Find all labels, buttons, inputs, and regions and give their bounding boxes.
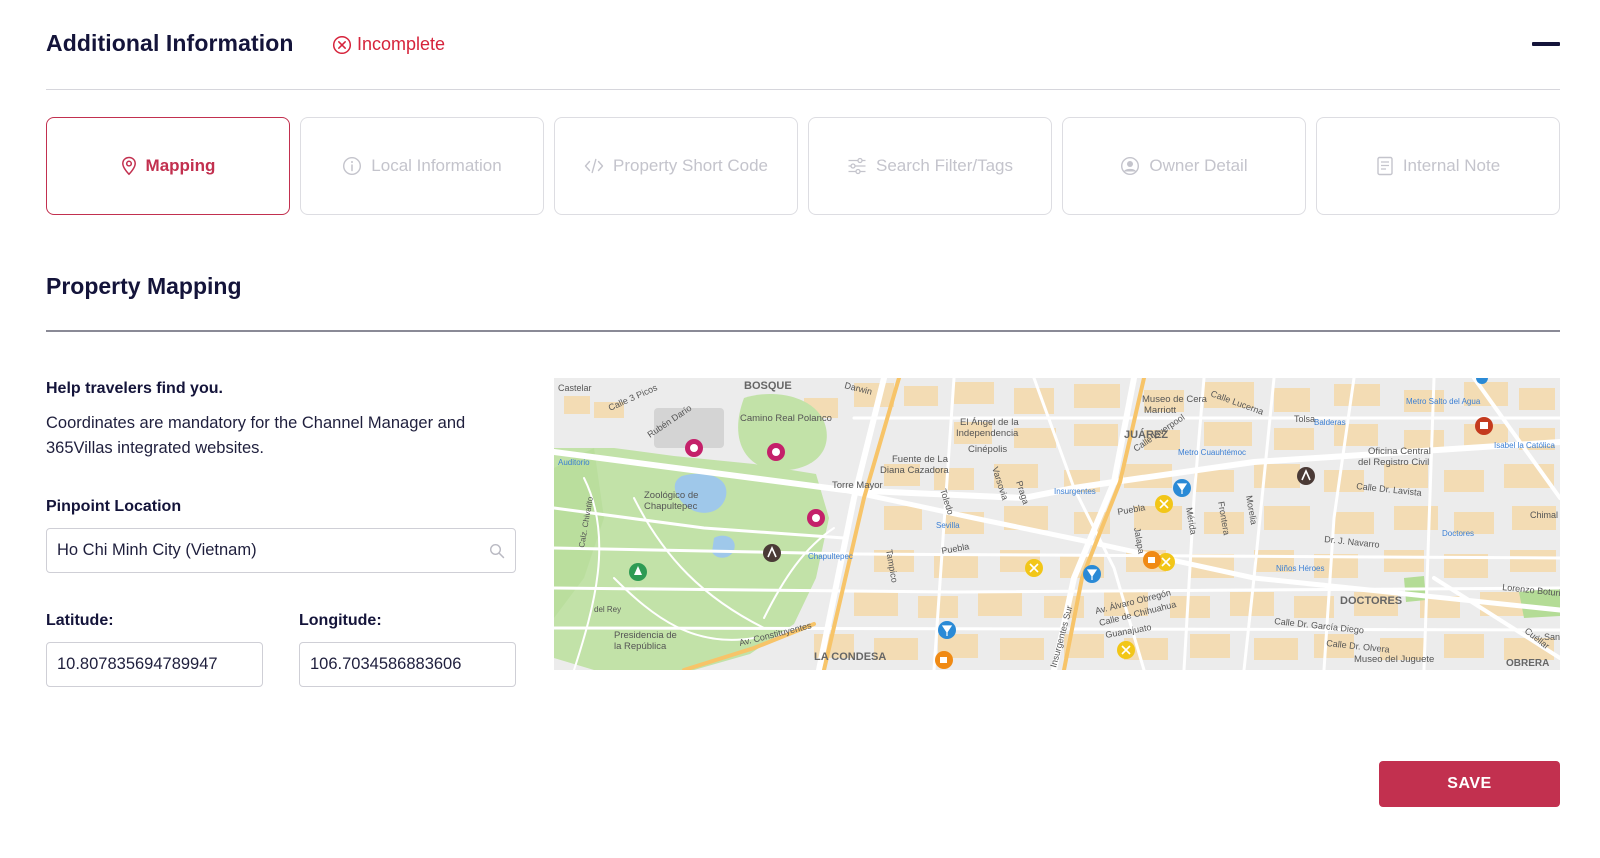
tab-local-information[interactable]: Local Information xyxy=(300,117,544,215)
tab-label: Owner Detail xyxy=(1149,156,1248,175)
sliders-icon xyxy=(848,157,866,175)
help-description: Coordinates are mandatory for the Channe… xyxy=(46,414,466,457)
landmark-marker-icon xyxy=(763,544,781,562)
property-mapping-title: Property Mapping xyxy=(46,273,242,299)
map-label-condesa: LA CONDESA xyxy=(814,651,886,663)
map-label-camino-real: Camino Real Polanco xyxy=(740,413,832,424)
museum-marker-icon xyxy=(807,509,825,527)
map-label-bosque: BOSQUE xyxy=(744,380,792,392)
pinpoint-label: Pinpoint Location xyxy=(46,498,182,515)
park-marker-icon xyxy=(629,563,647,581)
map-label-angel-2: Independencia xyxy=(956,428,1019,439)
tab-owner-detail[interactable]: Owner Detail xyxy=(1062,117,1306,215)
pinpoint-search-field xyxy=(46,528,516,573)
longitude-label: Longitude: xyxy=(299,612,382,629)
map-label-auditorio: Auditorio xyxy=(558,458,590,467)
map-label-zoo-1: Zoológico de xyxy=(644,490,698,501)
map-label-insurgentes-m: Insurgentes xyxy=(1054,487,1096,496)
map-label-cinepolis: Cinépolis xyxy=(968,444,1007,455)
map-label-fuente-2: Diana Cazadora xyxy=(880,465,949,476)
pinpoint-input[interactable] xyxy=(57,541,489,560)
map-label-tolsa: Tolsa xyxy=(1294,414,1315,424)
map-label-torre: Torre Mayor xyxy=(832,480,883,491)
map-label-museo-cera: Museo de Cera xyxy=(1142,394,1208,405)
tab-label: Internal Note xyxy=(1402,156,1501,175)
bar-marker-icon xyxy=(1083,565,1101,583)
cafe-marker-icon xyxy=(935,651,953,669)
tab-mapping[interactable]: Mapping xyxy=(46,117,290,215)
save-button[interactable]: SAVE xyxy=(1379,761,1560,807)
food-marker-icon xyxy=(1475,417,1493,435)
map-label-doctores: DOCTORES xyxy=(1340,595,1402,607)
landmark-marker-icon xyxy=(1297,467,1315,485)
section-divider xyxy=(46,330,1560,332)
map-label-museo-juguete: Museo del Juguete xyxy=(1354,654,1434,665)
map-label-rey: del Rey xyxy=(594,605,621,614)
restaurant-marker-icon xyxy=(1155,495,1173,513)
map-label-oficina-1: Oficina Central xyxy=(1368,446,1431,457)
status-label: Incomplete xyxy=(357,34,446,54)
info-icon xyxy=(343,156,362,176)
map-label-salto: Metro Salto del Agua xyxy=(1406,397,1481,406)
tab-internal-note[interactable]: Internal Note xyxy=(1316,117,1560,215)
map-pin-icon xyxy=(121,156,136,176)
map-canvas[interactable]: BOSQUE JUÁREZ LA CONDESA DOCTORES OBRERA… xyxy=(554,378,1560,670)
latitude-input[interactable] xyxy=(57,655,252,674)
bar-marker-icon xyxy=(1173,479,1191,497)
status-badge: Incomplete xyxy=(332,34,445,55)
map-label-chimal: Chimal xyxy=(1530,510,1558,520)
help-title: Help travelers find you. xyxy=(46,380,223,397)
tab-property-short-code[interactable]: Property Short Code xyxy=(554,117,798,215)
map-label-zoo-2: Chapultepec xyxy=(644,501,698,512)
tab-label: Property Short Code xyxy=(613,156,768,175)
museum-marker-icon xyxy=(767,443,785,461)
bar-marker-icon xyxy=(938,621,956,639)
map-label-doctores-m: Doctores xyxy=(1442,529,1474,538)
user-circle-icon xyxy=(1121,156,1140,176)
tab-search-filter-tags[interactable]: Search Filter/Tags xyxy=(808,117,1052,215)
longitude-field xyxy=(299,642,516,687)
section-title: Additional Information xyxy=(46,30,294,56)
map-label-balderas: Balderas xyxy=(1314,418,1346,427)
tab-label: Local Information xyxy=(371,156,502,175)
collapse-button[interactable] xyxy=(1532,42,1560,46)
map-label-oficina-2: del Registro Civil xyxy=(1358,457,1429,468)
map-label-marriott: Marriott xyxy=(1144,405,1177,416)
map-label-angel-1: El Ángel de la xyxy=(960,417,1019,428)
restaurant-marker-icon xyxy=(1025,559,1043,577)
map-label-presidencia-2: la República xyxy=(614,641,667,652)
map-label-ninos: Niños Héroes xyxy=(1276,564,1324,573)
map-label-isabel: Isabel la Católica xyxy=(1494,441,1555,450)
search-icon xyxy=(489,543,505,558)
map-view[interactable]: BOSQUE JUÁREZ LA CONDESA DOCTORES OBRERA… xyxy=(554,378,1560,670)
restaurant-marker-icon xyxy=(1117,641,1135,659)
map-label-chapultepec-m: Chapultepec xyxy=(808,552,853,561)
map-label-presidencia-1: Presidencia de xyxy=(614,630,677,641)
museum-marker-icon xyxy=(685,439,703,457)
info-tabs: Mapping Local Information Property Short… xyxy=(46,117,1560,215)
map-label-castelar: Castelar xyxy=(558,383,592,393)
latitude-field xyxy=(46,642,263,687)
error-circle-icon xyxy=(332,35,352,54)
code-icon xyxy=(584,158,604,174)
tab-label: Search Filter/Tags xyxy=(876,156,1013,175)
section-header: Additional Information Incomplete xyxy=(46,26,1560,90)
map-label-fuente-1: Fuente de La xyxy=(892,454,949,465)
cafe-marker-icon xyxy=(1143,551,1161,569)
note-icon xyxy=(1377,156,1393,176)
longitude-input[interactable] xyxy=(310,655,505,674)
map-label-sevilla: Sevilla xyxy=(936,521,960,530)
tab-label: Mapping xyxy=(145,156,216,175)
map-label-san: San xyxy=(1544,632,1560,642)
map-label-obrera: OBRERA xyxy=(1506,658,1549,669)
map-label-cuauhtemoc: Metro Cuauhtémoc xyxy=(1178,448,1246,457)
latitude-label: Latitude: xyxy=(46,612,114,629)
